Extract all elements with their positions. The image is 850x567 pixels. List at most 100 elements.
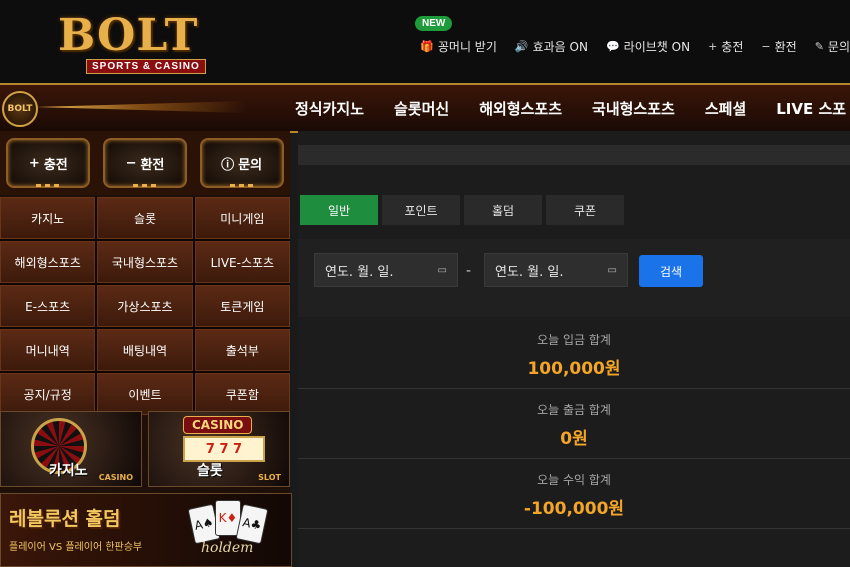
menu-coupon-box[interactable]: 쿠폰함: [194, 373, 290, 415]
logo[interactable]: BOLT SPORTS & CASINO: [58, 6, 228, 78]
util-label: 충전: [721, 40, 744, 54]
banner-subtitle: CASINO: [98, 473, 133, 482]
deposit-button[interactable]: + 충전: [6, 138, 91, 188]
slot-banner[interactable]: CASINO 7 7 7 슬롯 SLOT: [148, 411, 290, 487]
banner-title: 슬롯: [197, 463, 223, 479]
nav-logo[interactable]: BOLT: [0, 89, 250, 127]
util-withdraw[interactable]: − 환전: [761, 38, 796, 55]
slot-machine-icon: 7 7 7: [183, 436, 265, 462]
game-banners: 카지노 CASINO CASINO 7 7 7 슬롯 SLOT: [0, 411, 290, 487]
menu-event[interactable]: 이벤트: [97, 373, 193, 415]
nav-item-special[interactable]: 스페셜: [705, 98, 746, 119]
holdem-banner[interactable]: 레볼루션 홀덤 플레이어 VS 플레이어 한판승부 A♠ K♦ A♣ holde…: [0, 493, 292, 567]
utility-menu: 🎁 꽁머니 받기 🔊 효과음 ON 💬 라이브챗 ON + 충전 − 환전 ✎ …: [402, 38, 850, 55]
tab-general[interactable]: 일반: [300, 195, 378, 225]
stat-value: 0원: [560, 429, 588, 449]
holdem-logo: holdem: [201, 540, 254, 556]
logo-subtitle: SPORTS & CASINO: [86, 59, 206, 74]
tab-coupon[interactable]: 쿠폰: [546, 195, 624, 225]
menu-slot[interactable]: 슬롯: [97, 197, 193, 239]
withdraw-button[interactable]: − 환전: [102, 138, 187, 188]
menu-domestic-sports[interactable]: 국내형스포츠: [97, 241, 193, 283]
main-nav: BOLT 정식카지노 슬롯머신 해외형스포츠 국내형스포츠 스페셜 LIVE 스…: [0, 83, 850, 133]
button-label: 환전: [140, 157, 165, 173]
sidebar-quick-buttons: + 충전 − 환전 ⓘ 문의: [0, 131, 290, 195]
search-button[interactable]: 검색: [639, 255, 703, 287]
calendar-icon: ▭: [437, 264, 447, 276]
stat-label: 오늘 입금 합계: [537, 333, 611, 347]
minus-icon: −: [125, 155, 137, 171]
stat-label: 오늘 출금 합계: [537, 403, 611, 417]
casino-sign: CASINO: [183, 416, 253, 434]
info-icon: ⓘ: [221, 157, 235, 173]
lightning-streak: [36, 101, 246, 113]
minus-icon: −: [761, 40, 771, 53]
menu-casino[interactable]: 카지노: [0, 197, 96, 239]
date-value: 연도. 월. 일.: [495, 264, 564, 280]
edit-icon: ✎: [814, 40, 824, 53]
new-badge: NEW: [415, 16, 453, 31]
content-header-bar: [298, 145, 850, 165]
menu-overseas-sports[interactable]: 해외형스포츠: [0, 241, 96, 283]
util-label: 환전: [774, 40, 797, 54]
history-tabs: 일반 포인트 홀덤 쿠폰: [300, 195, 624, 225]
util-label: 꽁머니 받기: [437, 40, 497, 54]
main-content: 일반 포인트 홀덤 쿠폰 연도. 월. 일. ▭ - 연도. 월. 일. ▭ 검…: [298, 131, 850, 567]
util-free-money[interactable]: 🎁 꽁머니 받기: [420, 38, 497, 55]
util-sound-toggle[interactable]: 🔊 효과음 ON: [515, 38, 588, 55]
menu-live-sports[interactable]: LIVE-스포츠: [194, 241, 290, 283]
gift-icon: 🎁: [420, 40, 434, 53]
date-to-input[interactable]: 연도. 월. 일. ▭: [484, 253, 628, 287]
nav-item-live-sports[interactable]: LIVE 스포: [776, 98, 846, 119]
summary-stats: 오늘 입금 합계 100,000원 오늘 출금 합계 0원 오늘 수익 합계 -…: [298, 319, 850, 529]
stat-withdraw-total: 오늘 출금 합계 0원: [298, 389, 850, 459]
casino-banner[interactable]: 카지노 CASINO: [0, 411, 142, 487]
menu-attendance[interactable]: 출석부: [194, 329, 290, 371]
sidebar: + 충전 − 환전 ⓘ 문의 카지노 슬롯 미니게임 해외형스포츠 국내형스포츠…: [0, 131, 292, 567]
plus-icon: +: [28, 155, 40, 171]
calendar-icon: ▭: [607, 264, 617, 276]
stat-profit-total: 오늘 수익 합계 -100,000원: [298, 459, 850, 529]
chat-icon: 💬: [605, 40, 620, 53]
stat-value: -100,000원: [523, 499, 625, 519]
holdem-title: 레볼루션 홀덤: [9, 508, 121, 530]
nav-item-casino[interactable]: 정식카지노: [295, 98, 364, 119]
stat-label: 오늘 수익 합계: [537, 473, 611, 487]
date-from-input[interactable]: 연도. 월. 일. ▭: [314, 253, 458, 287]
tab-holdem[interactable]: 홀덤: [464, 195, 542, 225]
util-label: 효과음 ON: [532, 40, 588, 54]
date-filter: 연도. 월. 일. ▭ - 연도. 월. 일. ▭ 검색: [298, 239, 850, 317]
menu-token-game[interactable]: 토큰게임: [194, 285, 290, 327]
menu-bet-history[interactable]: 배팅내역: [97, 329, 193, 371]
banner-subtitle: SLOT: [258, 473, 281, 482]
util-inquiry[interactable]: ✎ 문의: [815, 38, 850, 55]
menu-money-history[interactable]: 머니내역: [0, 329, 96, 371]
nav-items: 정식카지노 슬롯머신 해외형스포츠 국내형스포츠 스페셜 LIVE 스포: [280, 85, 850, 131]
speaker-icon: 🔊: [514, 40, 529, 53]
util-label: 라이브챗 ON: [623, 40, 691, 54]
date-value: 연도. 월. 일.: [325, 264, 394, 280]
date-separator: -: [466, 263, 472, 279]
banner-title: 카지노: [49, 463, 88, 479]
nav-logo-badge: BOLT: [2, 91, 38, 127]
holdem-subtitle: 플레이어 VS 플레이어 한판승부: [9, 542, 143, 553]
nav-item-domestic-sports[interactable]: 국내형스포츠: [592, 98, 675, 119]
inquiry-button[interactable]: ⓘ 문의: [199, 138, 284, 188]
tab-point[interactable]: 포인트: [382, 195, 460, 225]
top-header: BOLT SPORTS & CASINO NEW 🎁 꽁머니 받기 🔊 효과음 …: [0, 0, 850, 83]
sidebar-menu-grid: 카지노 슬롯 미니게임 해외형스포츠 국내형스포츠 LIVE-스포츠 E-스포츠…: [0, 197, 290, 415]
logo-text: BOLT: [58, 10, 199, 61]
util-deposit[interactable]: + 충전: [708, 38, 743, 55]
menu-notice[interactable]: 공지/규정: [0, 373, 96, 415]
menu-virtual-sports[interactable]: 가상스포츠: [97, 285, 193, 327]
menu-minigame[interactable]: 미니게임: [194, 197, 290, 239]
util-label: 문의: [827, 40, 850, 54]
menu-esports[interactable]: E-스포츠: [0, 285, 96, 327]
button-label: 충전: [43, 157, 68, 173]
plus-icon: +: [708, 40, 718, 53]
nav-item-slot[interactable]: 슬롯머신: [394, 98, 449, 119]
button-label: 문의: [238, 157, 263, 173]
util-livechat-toggle[interactable]: 💬 라이브챗 ON: [606, 38, 690, 55]
stat-value: 100,000원: [527, 359, 621, 379]
nav-item-overseas-sports[interactable]: 해외형스포츠: [479, 98, 562, 119]
